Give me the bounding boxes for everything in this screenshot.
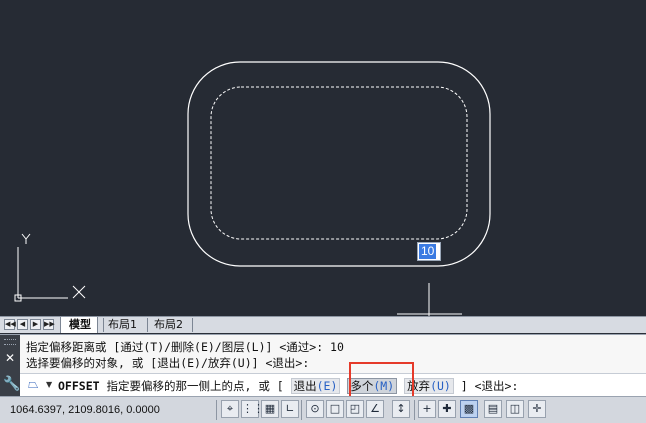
drawing-canvas[interactable]: 10 [0, 0, 646, 316]
prev-tab-button[interactable]: ◀ [17, 319, 28, 330]
dynamic-ucs-button[interactable]: ↕ [392, 400, 410, 418]
command-input[interactable]: ⏢ ▼ OFFSET 指定要偏移的那一侧上的点, 或 [ 退出(E) 多个(M)… [20, 373, 646, 396]
option-exit[interactable]: 退出(E) [290, 378, 341, 394]
grid-display-button[interactable]: ▦ [261, 400, 279, 418]
drawing-svg [14, 61, 491, 316]
dynamic-input-box[interactable]: 10 [417, 242, 441, 261]
grip-handle[interactable] [4, 339, 16, 345]
infer-constraints-button[interactable]: ⌖ [221, 400, 239, 418]
3d-object-snap-button[interactable]: ◰ [346, 400, 364, 418]
transparency-button[interactable]: ▩ [460, 400, 478, 418]
original-rounded-rectangle[interactable] [187, 61, 491, 267]
offset-command-icon: ⏢ [28, 377, 39, 392]
tab-divider [192, 318, 193, 332]
tab-layout2[interactable]: 布局2 [146, 317, 189, 333]
offset-preview-rectangle [210, 86, 468, 240]
command-panel-grip[interactable]: ✕ 🔧 [0, 335, 20, 397]
object-snap-button[interactable]: □ [326, 400, 344, 418]
command-history-line: 选择要偏移的对象, 或 [退出(E)/放弃(U)] <退出>: [26, 356, 310, 370]
next-tab-button[interactable]: ▶ [30, 319, 41, 330]
status-divider [216, 400, 217, 420]
dynamic-input-button[interactable]: + [418, 400, 436, 418]
polar-tracking-button[interactable]: ⊙ [306, 400, 324, 418]
status-divider [301, 400, 302, 420]
command-history-line: 指定偏移距离或 [通过(T)/删除(E)/图层(L)] <通过>: 10 [26, 340, 344, 354]
layout-tab-bar: ◀◀ ◀ ▶ ▶▶ 模型 布局1 布局2 [0, 316, 646, 333]
command-prompt-suffix: ] <退出>: [460, 379, 519, 393]
status-divider [414, 400, 415, 420]
snap-mode-button[interactable]: ⋮⋮ [241, 400, 264, 418]
command-name: OFFSET [58, 379, 100, 393]
close-icon[interactable]: ✕ [5, 352, 15, 364]
dynamic-input-value: 10 [419, 244, 437, 259]
tab-layout1[interactable]: 布局1 [100, 317, 143, 333]
first-tab-button[interactable]: ◀◀ [4, 319, 16, 330]
recent-commands-chevron-icon[interactable]: ▼ [46, 380, 52, 389]
status-bar: 1064.6397, 2109.8016, 0.0000 ⌖ ⋮⋮ ▦ ∟ ⊙ … [0, 396, 646, 423]
ortho-mode-button[interactable]: ∟ [281, 400, 299, 418]
selection-cycling-button[interactable]: ◫ [506, 400, 524, 418]
tab-model[interactable]: 模型 [60, 317, 98, 333]
last-tab-button[interactable]: ▶▶ [43, 319, 55, 330]
command-prompt-text: 指定要偏移的那一侧上的点, 或 [ [106, 379, 284, 393]
command-line-panel: ✕ 🔧 指定偏移距离或 [通过(T)/删除(E)/图层(L)] <通过>: 10… [0, 334, 646, 397]
quick-properties-button[interactable]: ▤ [484, 400, 502, 418]
ucs-icon [14, 233, 86, 302]
customize-wrench-icon[interactable]: 🔧 [3, 376, 20, 392]
object-snap-tracking-button[interactable]: ∠ [366, 400, 384, 418]
show-lineweight-button[interactable]: ✚ [438, 400, 456, 418]
command-prompt: OFFSET 指定要偏移的那一侧上的点, 或 [ 退出(E) 多个(M) 放弃(… [58, 378, 518, 394]
cursor-coordinates[interactable]: 1064.6397, 2109.8016, 0.0000 [10, 404, 160, 416]
annotation-monitor-button[interactable]: ✛ [528, 400, 546, 418]
